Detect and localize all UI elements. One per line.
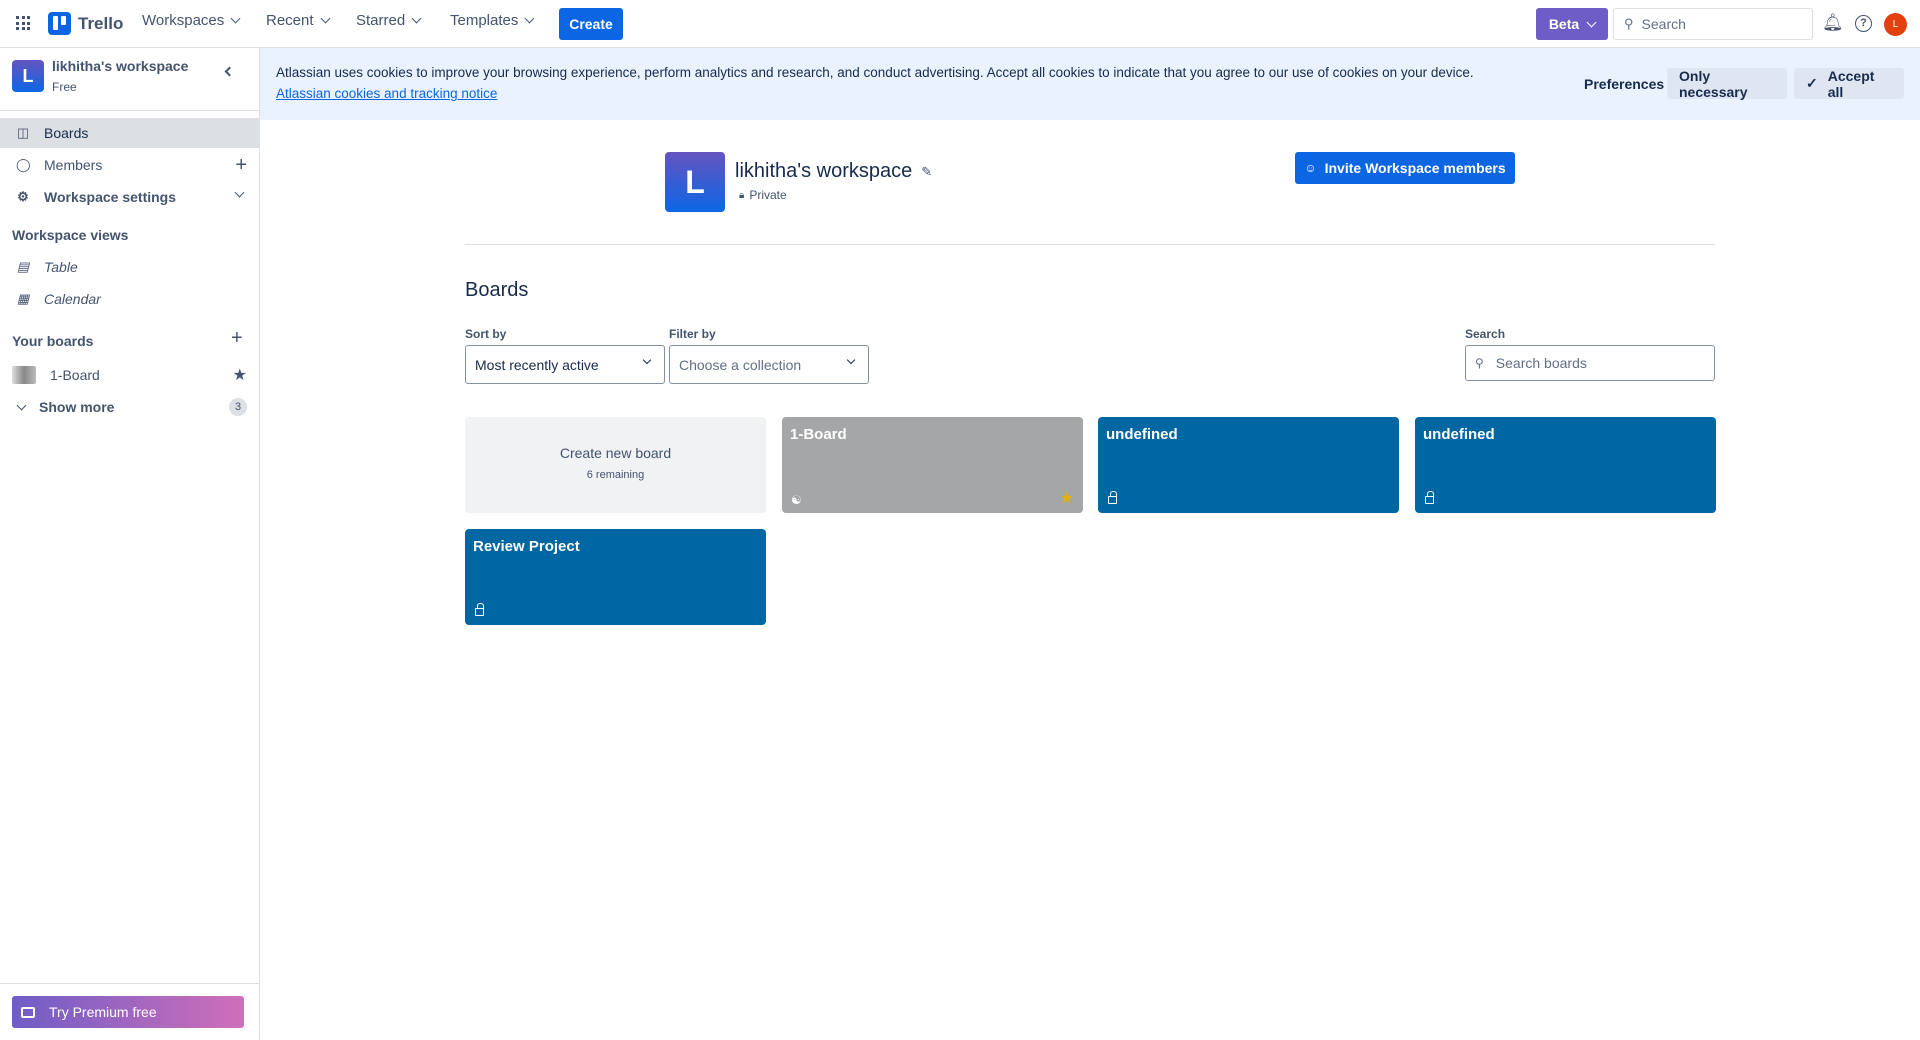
- trello-logo[interactable]: Trello: [48, 12, 123, 35]
- workspace-views-heading: Workspace views: [12, 227, 129, 243]
- lock-icon: [1108, 491, 1117, 504]
- show-more-button[interactable]: Show more 3: [0, 392, 259, 422]
- notifications-bell-icon[interactable]: 🔔︎: [1822, 13, 1844, 33]
- beta-button[interactable]: Beta: [1536, 8, 1608, 40]
- create-button[interactable]: Create: [559, 8, 623, 40]
- sidebar-item-members[interactable]: ◯ Members +: [0, 150, 259, 180]
- filter-by-label: Filter by: [669, 327, 716, 341]
- only-necessary-button[interactable]: Only necessary: [1667, 68, 1787, 100]
- nav-workspaces[interactable]: Workspaces: [142, 12, 241, 29]
- nav-recent[interactable]: Recent: [266, 12, 330, 29]
- star-icon[interactable]: ★: [233, 365, 247, 385]
- cookie-text: Atlassian uses cookies to improve your b…: [276, 65, 1474, 80]
- brand-name: Trello: [78, 13, 124, 33]
- sidebar-item-boards[interactable]: ◫ Boards: [0, 118, 259, 148]
- nav-starred[interactable]: Starred: [356, 12, 422, 29]
- app-switcher-icon[interactable]: [16, 16, 30, 30]
- create-new-board-tile[interactable]: Create new board 6 remaining: [465, 417, 766, 513]
- briefcase-icon: [21, 1006, 35, 1018]
- chevron-down-icon: [320, 13, 330, 24]
- workspace-visible-icon: ☯: [791, 493, 802, 507]
- sidebar: L likhitha's workspace Free ◫ Boards ◯ Mem…: [0, 48, 260, 1040]
- lock-icon: 🔒︎: [739, 189, 745, 201]
- search-label: Search: [1465, 327, 1506, 341]
- board-tile[interactable]: undefined: [1098, 417, 1399, 513]
- lock-icon: [1425, 491, 1434, 504]
- chevron-down-icon: [846, 355, 856, 365]
- your-boards-heading: Your boards: [12, 333, 94, 349]
- chevron-down-icon: [16, 400, 27, 410]
- person-icon: ◯: [16, 157, 31, 172]
- add-member-plus-icon[interactable]: +: [235, 154, 247, 177]
- try-premium-button[interactable]: Try Premium free: [12, 996, 244, 1028]
- divider: [0, 110, 259, 111]
- board-tile[interactable]: undefined: [1415, 417, 1716, 513]
- search-icon: ⚲: [1624, 16, 1634, 31]
- check-icon: ✓: [1806, 75, 1818, 91]
- gear-icon: ⚙: [17, 189, 29, 204]
- board-tile[interactable]: Review Project: [465, 529, 766, 625]
- table-icon: ▤: [16, 259, 30, 274]
- invite-workspace-members-button[interactable]: ☺ Invite Workspace members: [1295, 152, 1515, 184]
- chevron-down-icon: [642, 355, 652, 365]
- sidebar-item-workspace-settings[interactable]: ⚙ Workspace settings: [0, 182, 259, 212]
- nav-templates[interactable]: Templates: [450, 12, 535, 29]
- workspace-name: likhitha's workspace: [52, 58, 189, 74]
- sort-by-select[interactable]: Most recently active: [465, 345, 665, 384]
- chevron-down-icon: [234, 187, 245, 198]
- board-thumbnail: [12, 366, 36, 384]
- edit-pencil-icon[interactable]: ✎: [921, 164, 932, 180]
- chevron-down-icon: [411, 13, 422, 24]
- search-icon: ⚲: [1475, 356, 1484, 370]
- chevron-down-icon: [230, 13, 241, 24]
- divider: [465, 244, 1715, 245]
- star-icon[interactable]: ★: [1060, 488, 1074, 508]
- workspace-visibility: 🔒︎ Private: [739, 188, 787, 202]
- calendar-icon: ▦: [16, 291, 30, 306]
- search-input[interactable]: ⚲ Search: [1613, 8, 1813, 40]
- boards-heading: Boards: [465, 279, 529, 301]
- preferences-button[interactable]: Preferences: [1572, 68, 1676, 99]
- search-boards-input[interactable]: ⚲ Search boards: [1465, 345, 1715, 381]
- workspace-title: likhitha's workspace ✎: [735, 160, 933, 182]
- sidebar-view-calendar[interactable]: ▦ Calendar: [0, 284, 259, 314]
- sidebar-board-1-board[interactable]: 1-Board ★: [0, 360, 259, 390]
- chevron-down-icon: [524, 13, 535, 24]
- add-person-icon: ☺: [1304, 161, 1317, 175]
- trello-logo-icon: [48, 12, 71, 35]
- cookie-notice-link[interactable]: Atlassian cookies and tracking notice: [276, 86, 497, 101]
- chevron-down-icon: [1586, 17, 1597, 27]
- workspace-plan: Free: [52, 80, 77, 94]
- sidebar-view-table[interactable]: ▤ Table: [0, 252, 259, 282]
- help-icon[interactable]: ?: [1855, 15, 1872, 32]
- sort-by-label: Sort by: [465, 327, 507, 341]
- workspace-logo: L: [665, 152, 725, 212]
- top-nav-bar: Trello Workspaces Recent Starred Templat…: [0, 0, 1920, 48]
- accept-all-button[interactable]: ✓ Accept all: [1794, 68, 1904, 100]
- collapse-sidebar-button[interactable]: [224, 66, 235, 77]
- divider: [0, 983, 259, 984]
- add-board-plus-icon[interactable]: +: [231, 327, 243, 350]
- user-avatar[interactable]: L: [1884, 13, 1907, 36]
- board-icon: ◫: [16, 125, 30, 140]
- lock-icon: [475, 603, 484, 616]
- count-badge: 3: [229, 398, 247, 416]
- workspace-avatar: L: [12, 60, 44, 92]
- filter-by-select[interactable]: Choose a collection: [669, 345, 869, 384]
- cookie-banner: Atlassian uses cookies to improve your b…: [260, 48, 1920, 120]
- board-tile[interactable]: 1-Board ☯ ★: [782, 417, 1083, 513]
